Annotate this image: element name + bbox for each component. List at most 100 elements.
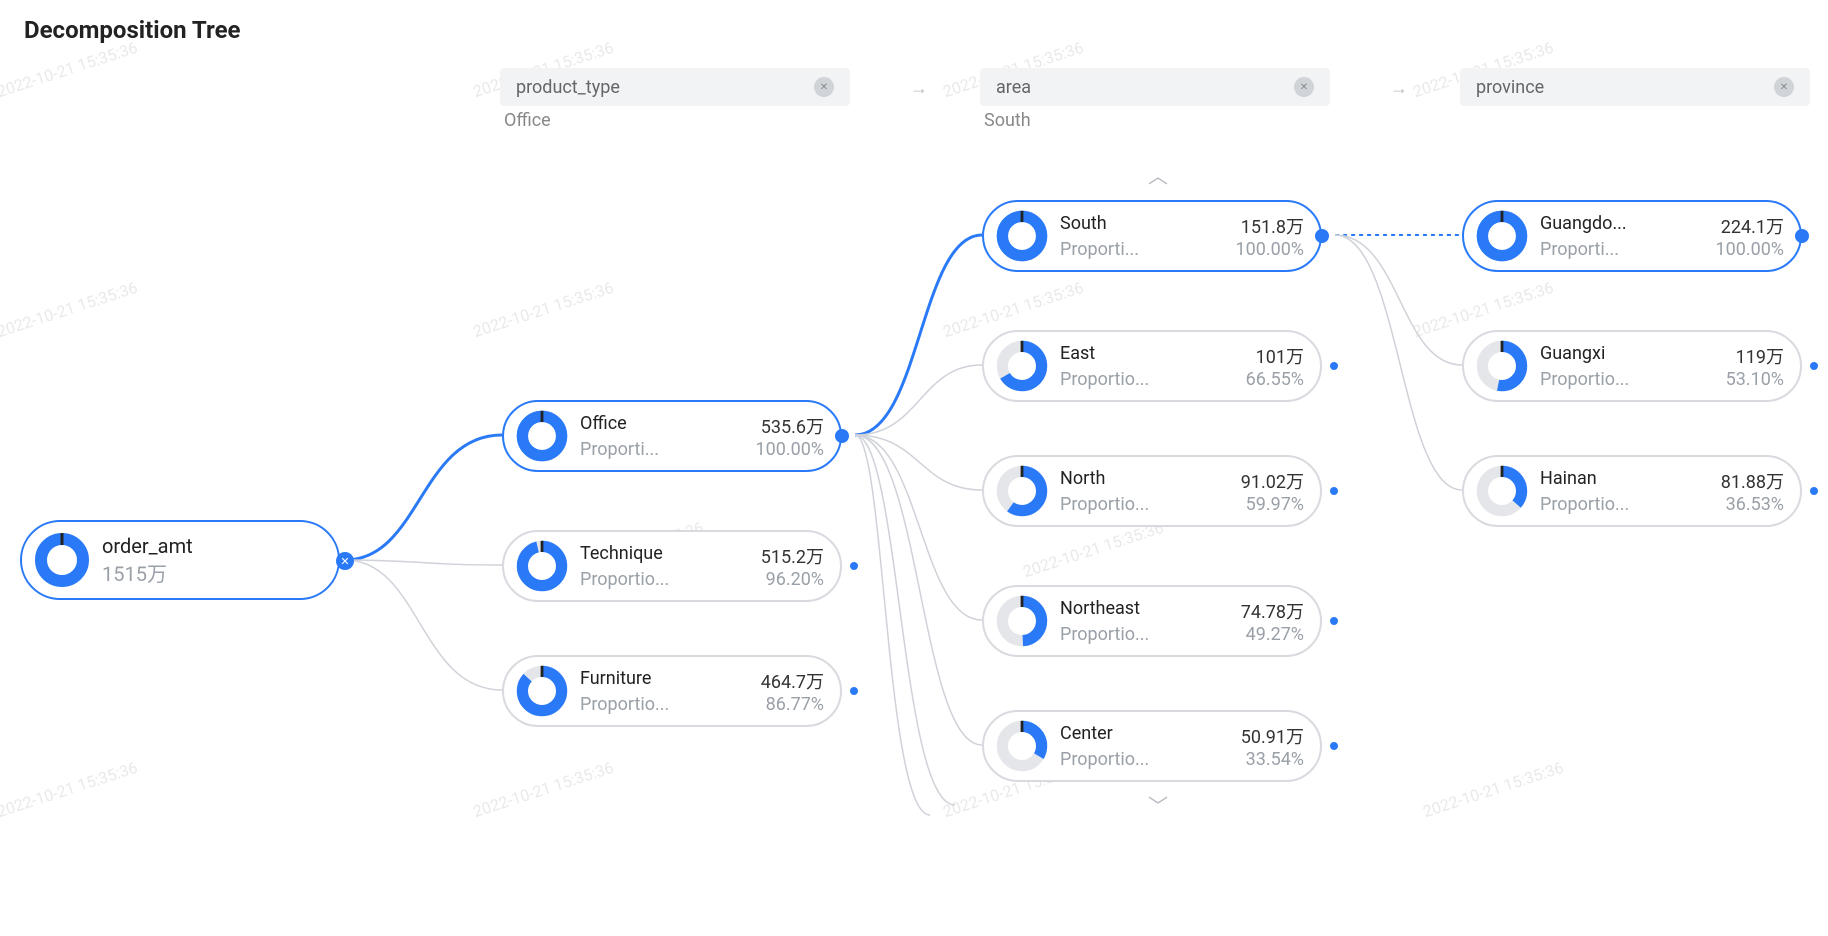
root-value: 1515万 bbox=[102, 558, 167, 587]
chevron-down-icon[interactable]: ﹀ bbox=[1148, 790, 1168, 819]
close-icon[interactable] bbox=[1774, 77, 1794, 97]
node-proportion-label: Proportio... bbox=[1060, 369, 1149, 390]
chevron-up-icon[interactable]: ︿ bbox=[1148, 160, 1168, 189]
node-proportion-value: 53.10% bbox=[1726, 369, 1784, 390]
donut-icon bbox=[514, 538, 570, 594]
node-proportion-label: Proportio... bbox=[1540, 494, 1629, 515]
expand-handle[interactable] bbox=[835, 429, 849, 443]
tree-node[interactable]: South 151.8万 Proporti... 100.00% bbox=[982, 200, 1322, 272]
expand-handle[interactable] bbox=[1330, 742, 1338, 750]
tree-node[interactable]: North 91.02万 Proportio... 59.97% bbox=[982, 455, 1322, 527]
donut-icon bbox=[994, 718, 1050, 774]
expand-handle[interactable] bbox=[850, 562, 858, 570]
node-proportion-label: Proportio... bbox=[1060, 749, 1149, 770]
tree-node[interactable]: Furniture 464.7万 Proportio... 86.77% bbox=[502, 655, 842, 727]
node-value: 515.2万 bbox=[761, 543, 824, 569]
node-value: 464.7万 bbox=[761, 668, 824, 694]
node-proportion-label: Proporti... bbox=[580, 439, 659, 460]
breadcrumb-chip[interactable]: province bbox=[1460, 68, 1810, 106]
node-value: 535.6万 bbox=[761, 413, 824, 439]
node-proportion-label: Proportio... bbox=[580, 569, 669, 590]
expand-handle[interactable] bbox=[1810, 487, 1818, 495]
watermark: 2022-10-21 15:35:36 bbox=[0, 278, 140, 341]
tree-node[interactable]: East101万 Proportio...66.55% bbox=[982, 330, 1322, 402]
node-proportion-value: 49.27% bbox=[1246, 624, 1304, 645]
tree-node[interactable]: Center 50.91万 Proportio... 33.54% bbox=[982, 710, 1322, 782]
node-proportion-label: Proportio... bbox=[1060, 494, 1149, 515]
root-name: order_amt bbox=[102, 534, 193, 558]
donut-icon bbox=[994, 208, 1050, 264]
expand-handle[interactable] bbox=[1330, 487, 1338, 495]
expand-handle[interactable] bbox=[1315, 229, 1329, 243]
watermark: 2022-10-21 15:35:36 bbox=[1021, 518, 1166, 581]
expand-handle[interactable] bbox=[1330, 362, 1338, 370]
node-proportion-label: Proporti... bbox=[1060, 239, 1139, 260]
chip-field: province bbox=[1476, 77, 1544, 98]
node-proportion-label: Proportio... bbox=[1060, 624, 1149, 645]
node-name: Technique bbox=[580, 543, 663, 569]
donut-icon bbox=[994, 593, 1050, 649]
node-proportion-value: 96.20% bbox=[766, 569, 824, 590]
node-proportion-label: Proporti... bbox=[1540, 239, 1619, 260]
donut-icon bbox=[32, 530, 92, 590]
expand-handle[interactable] bbox=[1810, 362, 1818, 370]
node-value: 101万 bbox=[1256, 343, 1304, 369]
node-name: Guangxi bbox=[1540, 343, 1605, 369]
node-name: East bbox=[1060, 343, 1095, 369]
tree-node[interactable]: Guangdo...224.1万 Proporti...100.00% bbox=[1462, 200, 1802, 272]
close-icon[interactable] bbox=[1294, 77, 1314, 97]
chip-field: product_type bbox=[516, 77, 620, 98]
donut-icon bbox=[1474, 463, 1530, 519]
node-proportion-label: Proportio... bbox=[580, 694, 669, 715]
node-value: 224.1万 bbox=[1721, 213, 1784, 239]
node-name: Center bbox=[1060, 723, 1113, 749]
expand-handle[interactable] bbox=[850, 687, 858, 695]
tree-node[interactable]: Technique 515.2万 Proportio... 96.20% bbox=[502, 530, 842, 602]
node-name: North bbox=[1060, 468, 1105, 494]
chevron-right-icon: → bbox=[910, 78, 928, 99]
node-name: Hainan bbox=[1540, 468, 1597, 494]
page-title: Decomposition Tree bbox=[24, 16, 241, 44]
chevron-right-icon: → bbox=[1390, 78, 1408, 99]
node-name: South bbox=[1060, 213, 1107, 239]
node-name: Guangdo... bbox=[1540, 213, 1627, 239]
breadcrumb-chip[interactable]: area bbox=[980, 68, 1330, 106]
tree-node[interactable]: Northeast 74.78万 Proportio... 49.27% bbox=[982, 585, 1322, 657]
close-icon[interactable] bbox=[814, 77, 834, 97]
donut-icon bbox=[994, 338, 1050, 394]
tree-node[interactable]: Guangxi 119万 Proportio... 53.10% bbox=[1462, 330, 1802, 402]
node-proportion-value: 36.53% bbox=[1726, 494, 1784, 515]
watermark: 2022-10-21 15:35:36 bbox=[471, 758, 616, 821]
node-value: 50.91万 bbox=[1241, 723, 1304, 749]
breadcrumb-col-area: area South bbox=[980, 68, 1330, 131]
breadcrumb-chip[interactable]: product_type bbox=[500, 68, 850, 106]
node-proportion-value: 59.97% bbox=[1246, 494, 1304, 515]
node-proportion-value: 33.54% bbox=[1246, 749, 1304, 770]
donut-icon bbox=[514, 408, 570, 464]
chip-field: area bbox=[996, 77, 1031, 98]
node-name: Office bbox=[580, 413, 627, 439]
donut-icon bbox=[514, 663, 570, 719]
breadcrumb-col-province: province bbox=[1460, 68, 1810, 106]
tree-node[interactable]: Hainan81.88万 Proportio...36.53% bbox=[1462, 455, 1802, 527]
tree-node[interactable]: Office 535.6万 Proporti... 100.00% bbox=[502, 400, 842, 472]
tree-node-root[interactable]: order_amt 1515万 bbox=[20, 520, 340, 600]
breadcrumb-selected: Office bbox=[504, 110, 850, 131]
donut-icon bbox=[1474, 338, 1530, 394]
node-value: 151.8万 bbox=[1241, 213, 1304, 239]
node-value: 119万 bbox=[1736, 343, 1784, 369]
node-proportion-value: 100.00% bbox=[755, 439, 824, 460]
node-name: Furniture bbox=[580, 668, 651, 694]
node-value: 91.02万 bbox=[1241, 468, 1304, 494]
expand-handle[interactable] bbox=[1795, 229, 1809, 243]
node-proportion-value: 100.00% bbox=[1235, 239, 1304, 260]
watermark: 2022-10-21 15:35:36 bbox=[0, 38, 140, 101]
node-value: 74.78万 bbox=[1241, 598, 1304, 624]
collapse-icon[interactable]: ✕ bbox=[336, 552, 354, 570]
node-proportion-value: 86.77% bbox=[766, 694, 824, 715]
breadcrumb-col-product_type: product_type Office bbox=[500, 68, 850, 131]
node-name: Northeast bbox=[1060, 598, 1140, 624]
watermark: 2022-10-21 15:35:36 bbox=[471, 278, 616, 341]
expand-handle[interactable] bbox=[1330, 617, 1338, 625]
node-proportion-label: Proportio... bbox=[1540, 369, 1629, 390]
